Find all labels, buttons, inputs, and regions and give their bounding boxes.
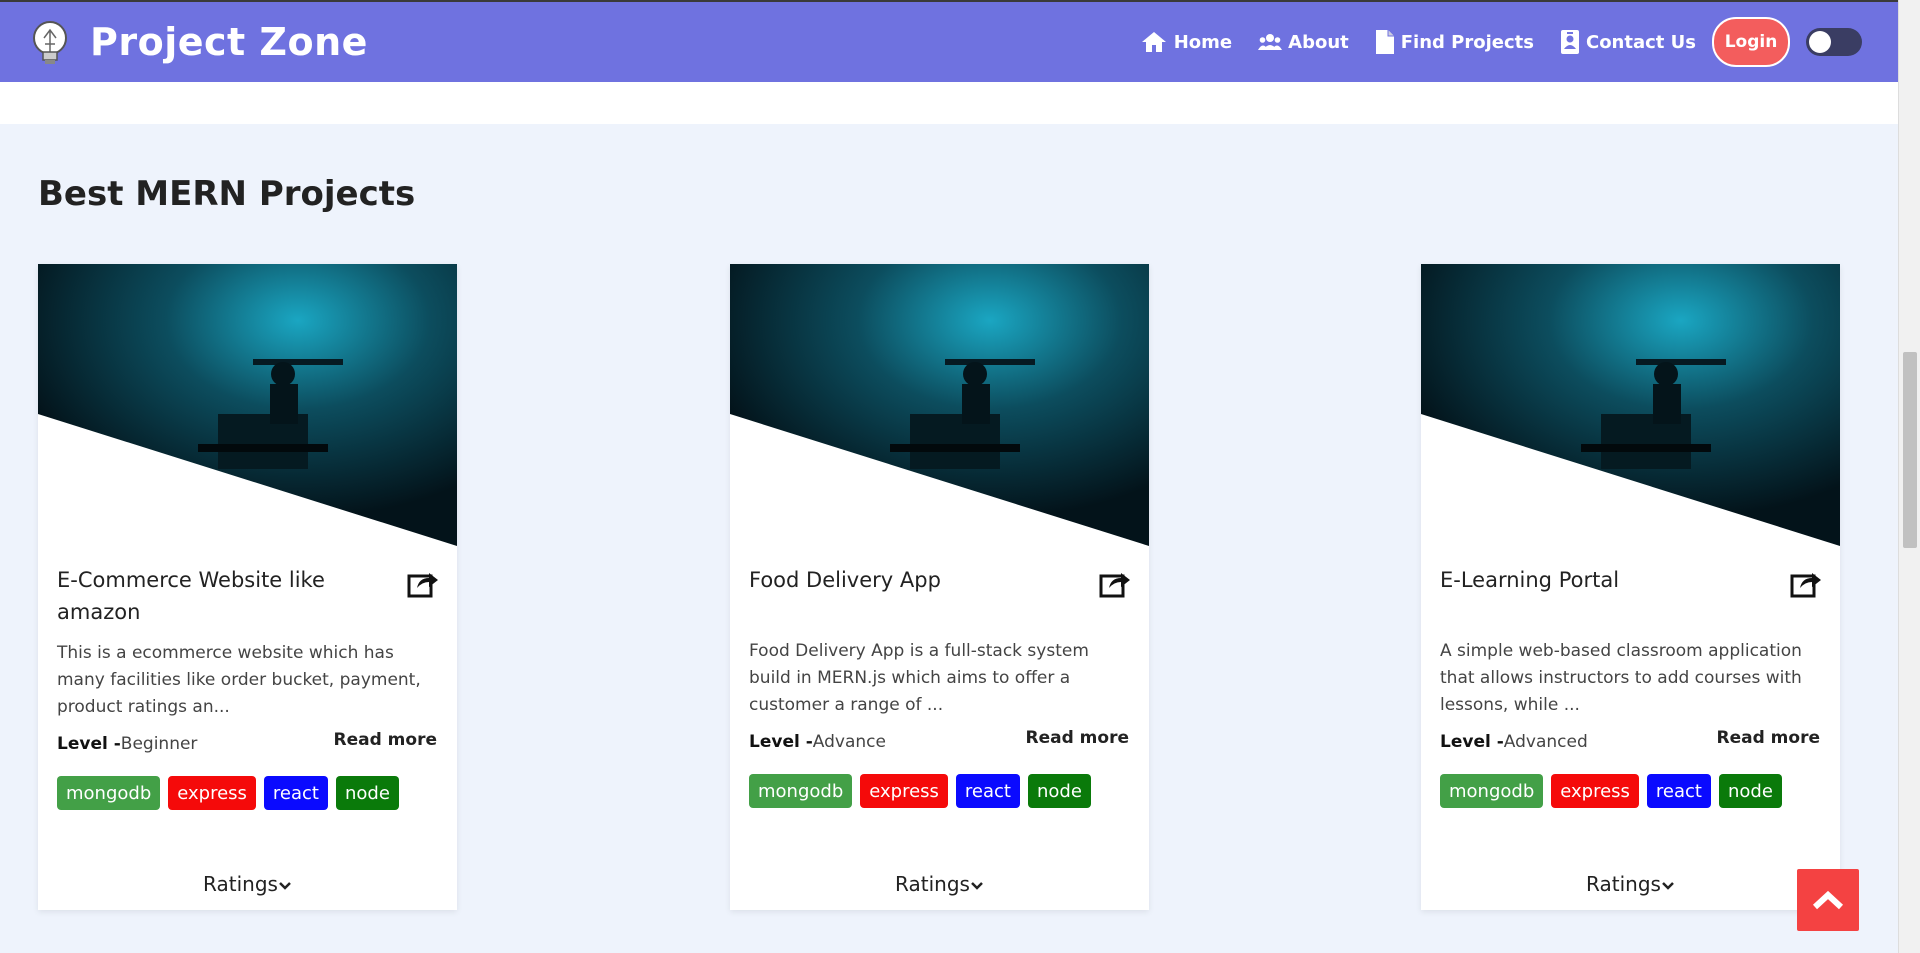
lightbulb-logo-icon — [33, 21, 67, 64]
read-more-link[interactable]: Read more — [1026, 728, 1130, 748]
share-icon[interactable] — [1099, 568, 1131, 598]
card-level: Level -Advanced — [1440, 732, 1588, 752]
file-icon — [1375, 30, 1394, 54]
tag-mongodb[interactable]: mongodb — [57, 776, 161, 810]
card-level: Level -Advance — [749, 732, 886, 752]
level-label: Level - — [1440, 732, 1504, 752]
tag-node[interactable]: node — [336, 776, 399, 810]
ratings-label: Ratings — [895, 872, 970, 896]
project-thumbnail — [730, 264, 1149, 546]
level-label: Level - — [749, 732, 813, 752]
chevron-down-icon — [971, 882, 983, 890]
tag-node[interactable]: node — [1028, 774, 1091, 808]
users-icon — [1258, 34, 1283, 50]
scroll-to-top-button[interactable] — [1797, 869, 1859, 931]
level-value: Advanced — [1503, 732, 1588, 752]
card-title: E-Learning Portal — [1440, 568, 1620, 592]
ratings-toggle[interactable]: Ratings — [730, 872, 1149, 896]
chevron-up-icon — [1812, 890, 1844, 910]
level-value: Beginner — [120, 734, 198, 754]
read-more-link[interactable]: Read more — [334, 730, 438, 750]
brand[interactable]: Project Zone — [30, 18, 368, 66]
section-title: Best MERN Projects — [38, 174, 416, 214]
ratings-toggle[interactable]: Ratings — [1421, 872, 1840, 896]
navbar-spacer — [0, 82, 1898, 124]
nav-links: Home About Find Projects Contact Us Logi… — [1114, 2, 1862, 82]
project-card: E-Commerce Website like amazon This is a… — [38, 264, 457, 910]
tag-node[interactable]: node — [1719, 774, 1782, 808]
card-description: Food Delivery App is a full-stack system… — [749, 641, 1089, 715]
tag-react[interactable]: react — [1646, 774, 1711, 808]
card-description: A simple web-based classroom application… — [1440, 641, 1802, 715]
card-level: Level -Beginner — [57, 734, 197, 754]
home-icon — [1141, 32, 1166, 52]
card-title: Food Delivery App — [749, 568, 941, 592]
tag-list: mongodb express react node — [1440, 774, 1790, 808]
tag-mongodb[interactable]: mongodb — [749, 774, 853, 808]
contact-card-icon — [1560, 30, 1579, 54]
tag-list: mongodb express react node — [57, 776, 407, 810]
project-thumbnail — [38, 264, 457, 546]
tag-express[interactable]: express — [1551, 774, 1639, 808]
level-label: Level - — [57, 734, 121, 754]
ratings-label: Ratings — [203, 872, 278, 896]
level-value: Advance — [812, 732, 886, 752]
scrollbar-thumb[interactable] — [1903, 352, 1917, 548]
nav-home[interactable]: Home — [1140, 30, 1232, 54]
nav-about-label: About — [1288, 31, 1349, 53]
tag-mongodb[interactable]: mongodb — [1440, 774, 1544, 808]
theme-toggle[interactable] — [1806, 28, 1862, 56]
chevron-down-icon — [1662, 882, 1674, 890]
ratings-label: Ratings — [1586, 872, 1661, 896]
tag-express[interactable]: express — [860, 774, 948, 808]
nav-home-label: Home — [1173, 31, 1233, 53]
nav-find-projects-label: Find Projects — [1400, 31, 1534, 53]
nav-contact[interactable]: Contact Us — [1560, 29, 1696, 55]
toggle-knob — [1809, 31, 1831, 53]
nav-contact-label: Contact Us — [1585, 31, 1696, 53]
navbar: Project Zone Home About Find Projects Co… — [0, 0, 1898, 82]
login-button[interactable]: Login — [1712, 17, 1790, 67]
tag-react[interactable]: react — [955, 774, 1020, 808]
project-thumbnail — [1421, 264, 1840, 546]
tag-list: mongodb express react node — [749, 774, 1099, 808]
card-description: This is a ecommerce website which has ma… — [57, 643, 421, 717]
card-title: E-Commerce Website like amazon — [57, 568, 325, 624]
nav-about[interactable]: About — [1258, 32, 1349, 53]
ratings-toggle[interactable]: Ratings — [38, 872, 457, 896]
chevron-down-icon — [279, 882, 291, 890]
share-icon[interactable] — [407, 568, 439, 598]
tag-react[interactable]: react — [263, 776, 328, 810]
read-more-link[interactable]: Read more — [1717, 728, 1821, 748]
project-card: Food Delivery App Food Delivery App is a… — [730, 264, 1149, 910]
page-scrollbar[interactable] — [1898, 0, 1920, 953]
brand-title: Project Zone — [90, 20, 368, 64]
nav-find-projects[interactable]: Find Projects — [1375, 29, 1534, 55]
share-icon[interactable] — [1790, 568, 1822, 598]
tag-express[interactable]: express — [168, 776, 256, 810]
project-card: E-Learning Portal A simple web-based cla… — [1421, 264, 1840, 910]
